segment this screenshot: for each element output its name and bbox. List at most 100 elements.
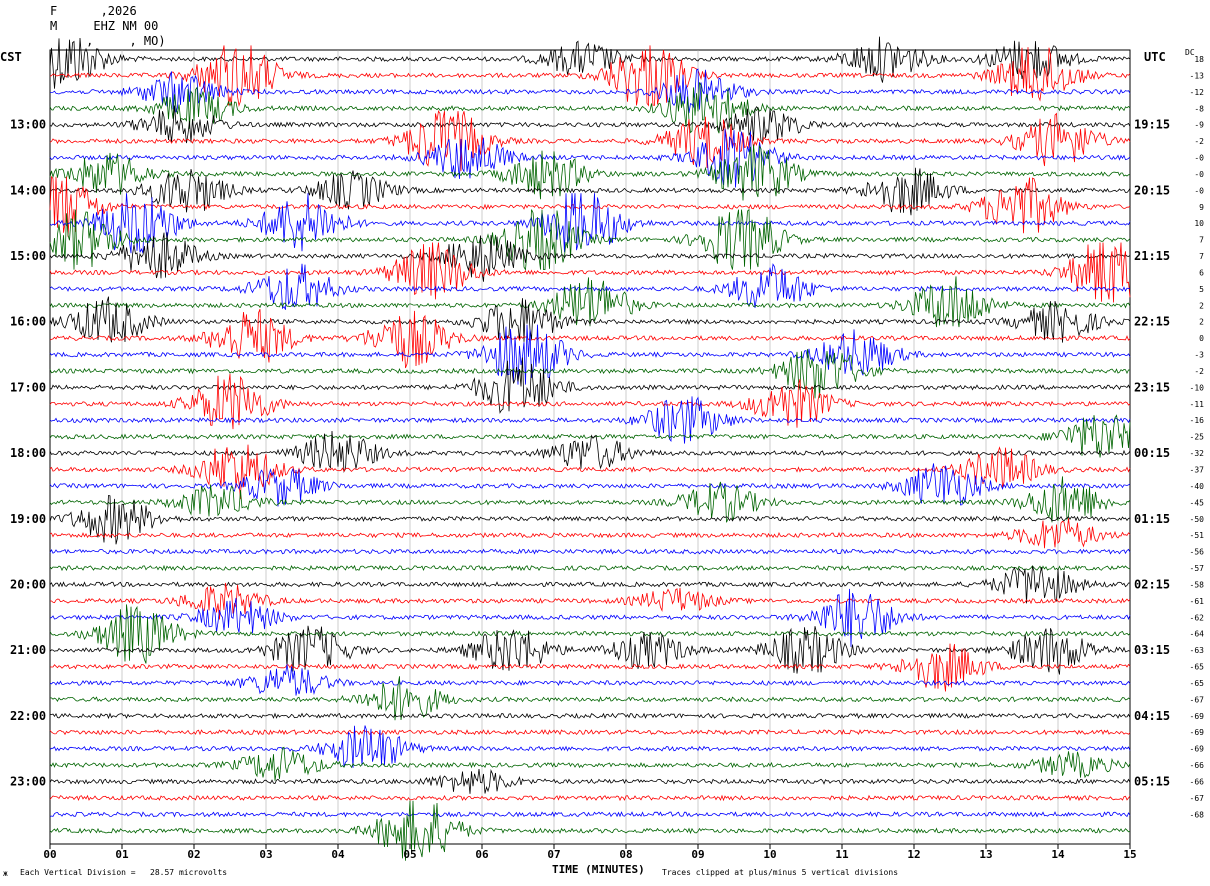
dc-offset-label: 6 xyxy=(1199,268,1204,277)
left-hour-label: 23:00 xyxy=(10,774,46,788)
left-hour-label: 21:00 xyxy=(10,643,46,657)
dc-offset-label: -37 xyxy=(1190,466,1205,475)
left-hour-label: 18:00 xyxy=(10,446,46,460)
helicorder-plot: 00 01 02 03 04 05 06 07 08 09 10 11 12 13 14 15 13:0014… xyxy=(10,36,1205,861)
dc-offset-label: -68 xyxy=(1190,810,1205,819)
dc-offset-label: -69 xyxy=(1190,728,1205,737)
dc-offset-label: -66 xyxy=(1190,777,1205,786)
dc-offset-label: -50 xyxy=(1190,515,1205,524)
dc-offset-label: -10 xyxy=(1190,383,1205,392)
clip-note: Traces clipped at plus/minus 5 vertical … xyxy=(662,868,899,877)
right-hour-labels: 19:15 20:15 21:15 22:15 23:15 00:15 01:15 02:15… xyxy=(1134,118,1170,789)
dc-offset-label: -12 xyxy=(1190,88,1205,97)
dc-offset-label: -0 xyxy=(1194,154,1204,163)
left-hour-label: 20:00 xyxy=(10,577,46,591)
left-hour-label: 16:00 xyxy=(10,315,46,329)
dc-offset-label: -40 xyxy=(1190,482,1205,491)
dc-offset-label: -25 xyxy=(1190,433,1205,442)
right-hour-label: 01:15 xyxy=(1134,512,1170,526)
left-hour-label: 13:00 xyxy=(10,118,46,132)
dc-offset-label: -61 xyxy=(1190,597,1205,606)
header-date: F ,2026 xyxy=(50,4,137,18)
dc-offset-labels: 18 -13 -12 -8 -9 -2 -0 -0 -0 9 10 7 7 6 5 2 2 0 -3 -2 -10 -11… xyxy=(1190,55,1205,819)
dc-offset-label: -3 xyxy=(1194,351,1204,360)
x-tick-label: 03 xyxy=(259,848,272,861)
right-hour-label: 03:15 xyxy=(1134,643,1170,657)
left-hour-label: 19:00 xyxy=(10,512,46,526)
right-hour-label: 02:15 xyxy=(1134,577,1170,591)
dc-offset-label: -56 xyxy=(1190,548,1205,557)
right-hour-label: 19:15 xyxy=(1134,118,1170,132)
left-hour-labels: 13:00 14:00 15:00 16:00 17:00 18:00 19:00 20:00… xyxy=(10,118,46,789)
right-hour-label: 05:15 xyxy=(1134,774,1170,788)
dc-offset-label: -65 xyxy=(1190,679,1205,688)
dc-offset-label: -63 xyxy=(1190,646,1205,655)
x-tick-label: 08 xyxy=(619,848,632,861)
dc-offset-label: -2 xyxy=(1194,137,1204,146)
dc-offset-label: -9 xyxy=(1194,121,1204,130)
dc-offset-label: -0 xyxy=(1194,186,1204,195)
x-tick-label: 05 xyxy=(403,848,416,861)
dc-offset-label: -57 xyxy=(1190,564,1205,573)
x-tick-label: 15 xyxy=(1123,848,1136,861)
dc-offset-label: 2 xyxy=(1199,301,1204,310)
x-tick-label: 06 xyxy=(475,848,489,861)
x-tick-label: 09 xyxy=(691,848,704,861)
dc-offset-label: -8 xyxy=(1194,104,1204,113)
dc-offset-label: 10 xyxy=(1194,219,1204,228)
x-tick-label: 00 xyxy=(43,848,56,861)
dc-offset-label: 9 xyxy=(1199,203,1204,212)
dc-offset-label: -69 xyxy=(1190,745,1205,754)
x-tick-label: 01 xyxy=(115,848,129,861)
x-tick-label: 12 xyxy=(907,848,920,861)
dc-offset-label: 7 xyxy=(1199,236,1204,245)
corner-mark: ж xyxy=(3,869,8,878)
right-hour-label: 22:15 xyxy=(1134,315,1170,329)
right-hour-label: 23:15 xyxy=(1134,380,1170,394)
dc-offset-label: -58 xyxy=(1190,580,1205,589)
right-hour-label: 04:15 xyxy=(1134,709,1170,723)
header-location: , , MO) xyxy=(50,34,166,48)
x-tick-label: 10 xyxy=(763,848,776,861)
dc-offset-label: -16 xyxy=(1190,416,1205,425)
scale-note: Each Vertical Division = 28.57 microvolt… xyxy=(20,868,228,877)
header-station: M EHZ NM 00 xyxy=(50,19,159,33)
dc-offset-label: -67 xyxy=(1190,794,1205,803)
x-tick-label: 13 xyxy=(979,848,992,861)
x-tick-label: 02 xyxy=(187,848,200,861)
dc-offset-label: -64 xyxy=(1190,630,1205,639)
dc-offset-label: -69 xyxy=(1190,712,1205,721)
dc-offset-label: -32 xyxy=(1190,449,1205,458)
left-hour-label: 17:00 xyxy=(10,380,46,394)
right-hour-label: 00:15 xyxy=(1134,446,1170,460)
x-tick-label: 07 xyxy=(547,848,560,861)
dc-offset-label: 7 xyxy=(1199,252,1204,261)
right-hour-label: 20:15 xyxy=(1134,183,1170,197)
dc-offset-label: -62 xyxy=(1190,613,1205,622)
x-axis-ticks: 00 01 02 03 04 05 06 07 08 09 10 11 12 13 14 15 xyxy=(43,844,1137,861)
dc-offset-label: 5 xyxy=(1199,285,1204,294)
dc-offset-label: 2 xyxy=(1199,318,1204,327)
left-timezone-label: CST xyxy=(0,50,22,64)
left-hour-label: 22:00 xyxy=(10,709,46,723)
dc-offset-label: -13 xyxy=(1190,71,1205,80)
left-hour-label: 15:00 xyxy=(10,249,46,263)
dc-offset-label: -67 xyxy=(1190,695,1205,704)
dc-offset-label: -0 xyxy=(1194,170,1204,179)
dc-offset-label: -45 xyxy=(1190,498,1205,507)
dc-offset-label: -11 xyxy=(1190,400,1205,409)
right-timezone-label: UTC xyxy=(1144,50,1166,64)
dc-offset-label: -2 xyxy=(1194,367,1204,376)
right-hour-label: 21:15 xyxy=(1134,249,1170,263)
dc-offset-label: -51 xyxy=(1190,531,1205,540)
dc-offset-label: 0 xyxy=(1199,334,1204,343)
x-tick-label: 11 xyxy=(835,848,849,861)
x-tick-label: 04 xyxy=(331,848,345,861)
x-axis-title: TIME (MINUTES) xyxy=(552,863,645,876)
left-hour-label: 14:00 xyxy=(10,183,46,197)
dc-offset-label: -65 xyxy=(1190,663,1205,672)
dc-label: DC xyxy=(1185,48,1195,57)
x-tick-label: 14 xyxy=(1051,848,1065,861)
dc-offset-label: 18 xyxy=(1194,55,1204,64)
dc-offset-label: -66 xyxy=(1190,761,1205,770)
